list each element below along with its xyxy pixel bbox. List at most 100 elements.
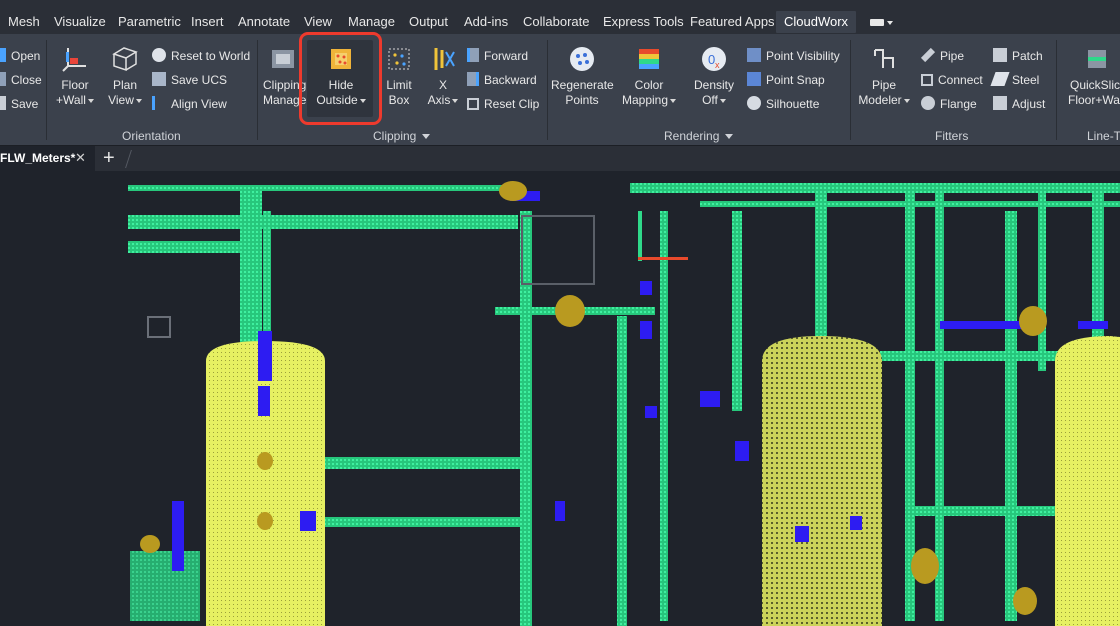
tab-featured-apps[interactable]: Featured Apps	[690, 11, 775, 33]
forward-icon	[467, 48, 479, 62]
chevron-down-icon	[670, 98, 677, 103]
color-mapping-icon	[639, 49, 659, 69]
svg-text:x: x	[715, 60, 720, 70]
tab-parametric[interactable]: Parametric	[118, 11, 181, 33]
align-view-button[interactable]: Align View	[152, 95, 227, 113]
open-button[interactable]: Open	[0, 47, 40, 65]
limit-box-button[interactable]: Limit Box	[382, 44, 416, 108]
tab-mesh[interactable]: Mesh	[8, 11, 40, 33]
color-mapping-button[interactable]: Color Mapping	[622, 44, 677, 108]
tank	[206, 341, 325, 626]
silhouette-icon	[747, 96, 761, 110]
adjust-button[interactable]: Adjust	[993, 95, 1045, 113]
steel-button[interactable]: Steel	[990, 71, 1039, 89]
globe-icon	[152, 48, 166, 62]
point-snap-button[interactable]: Point Snap	[747, 71, 825, 89]
plan-view-button[interactable]: Plan View	[104, 44, 146, 108]
open-icon	[0, 48, 6, 62]
document-tab[interactable]: FLW_Meters* ✕	[0, 146, 95, 171]
pipe-support	[147, 316, 171, 338]
silhouette-button[interactable]: Silhouette	[747, 95, 819, 113]
document-tab-bar: FLW_Meters* ✕ +	[0, 145, 1120, 171]
save-ucs-icon	[152, 72, 166, 86]
tab-view[interactable]: View	[304, 11, 332, 33]
chevron-down-icon	[725, 134, 734, 140]
quickslice-button[interactable]: QuickSlice Floor+Wa	[1064, 44, 1120, 108]
panel-label-rendering[interactable]: Rendering	[664, 129, 734, 143]
pipe	[630, 183, 1120, 193]
pipe	[660, 211, 668, 621]
pipe	[905, 506, 1065, 516]
point-visibility-icon	[747, 48, 761, 62]
tank	[1055, 336, 1120, 626]
tab-express-tools[interactable]: Express Tools	[603, 11, 684, 33]
pipe	[732, 211, 742, 411]
patch-button[interactable]: Patch	[993, 47, 1043, 65]
tab-collaborate[interactable]: Collaborate	[523, 11, 590, 33]
tab-output[interactable]: Output	[409, 11, 448, 33]
workspace-switcher-icon[interactable]	[866, 13, 894, 31]
panel-label-clipping[interactable]: Clipping	[373, 129, 431, 143]
tab-manage[interactable]: Manage	[348, 11, 395, 33]
save-ucs-button[interactable]: Save UCS	[152, 71, 227, 89]
regenerate-points-icon	[570, 47, 594, 71]
patch-icon	[993, 48, 1007, 62]
clipping-manager-icon	[272, 50, 294, 68]
forward-button[interactable]: Forward	[467, 47, 528, 65]
panel-divider	[547, 40, 548, 140]
plan-view-icon	[112, 47, 138, 72]
tab-annotate[interactable]: Annotate	[238, 11, 290, 33]
reset-clip-button[interactable]: Reset Clip	[467, 95, 539, 113]
chevron-down-icon	[87, 98, 94, 103]
valve-box	[521, 215, 595, 285]
reset-clip-icon	[467, 98, 479, 110]
backward-button[interactable]: Backward	[467, 71, 537, 89]
x-axis-button[interactable]: X Axis	[424, 44, 462, 108]
pipe	[128, 241, 248, 253]
limit-box-icon	[388, 48, 410, 70]
tab-addins[interactable]: Add-ins	[464, 11, 508, 33]
chevron-down-icon	[452, 98, 459, 103]
floor-wall-button[interactable]: Floor +Wall	[52, 44, 98, 108]
tab-divider	[125, 150, 132, 168]
density-off-button[interactable]: 0 x Density Off	[690, 44, 738, 108]
new-tab-icon[interactable]: +	[103, 147, 115, 169]
pipe	[128, 215, 518, 229]
save-button[interactable]: Save	[0, 95, 38, 113]
highlight-annotation	[299, 32, 382, 125]
pipe-modeler-button[interactable]: Pipe Modeler	[858, 44, 910, 108]
reset-to-world-button[interactable]: Reset to World	[152, 47, 250, 65]
panel-divider	[1056, 40, 1057, 140]
chevron-down-icon	[719, 98, 726, 103]
chevron-down-icon	[135, 98, 142, 103]
save-icon	[0, 96, 6, 110]
connect-button[interactable]: Connect	[921, 71, 983, 89]
regenerate-points-button[interactable]: Regenerate Points	[551, 44, 614, 108]
x-axis-icon	[434, 48, 455, 70]
point-cloud-viewport[interactable]	[0, 171, 1120, 626]
panel-label-orientation: Orientation	[122, 129, 181, 143]
density-off-icon: 0 x	[702, 47, 726, 71]
chevron-down-icon	[422, 134, 431, 140]
flange-icon	[921, 96, 935, 110]
tab-insert[interactable]: Insert	[191, 11, 224, 33]
point-cloud-scene	[128, 181, 1120, 626]
panel-label-fitters: Fitters	[935, 129, 969, 143]
tank	[762, 336, 882, 626]
point-visibility-button[interactable]: Point Visibility	[747, 47, 840, 65]
tab-cloudworx[interactable]: CloudWorx	[776, 11, 857, 33]
pipe-button[interactable]: Pipe	[920, 47, 964, 65]
backward-icon	[467, 72, 479, 86]
tab-visualize[interactable]: Visualize	[54, 11, 106, 33]
pipe	[263, 211, 271, 351]
connect-icon	[921, 74, 933, 86]
panel-label-line-t: Line-T	[1087, 129, 1120, 143]
pipe-modeler-icon	[874, 49, 894, 68]
pipe	[1092, 191, 1104, 341]
close-button[interactable]: Close	[0, 71, 42, 89]
close-icon[interactable]: ✕	[75, 150, 86, 166]
panel-divider	[46, 40, 47, 140]
pipe	[320, 517, 530, 527]
flange-button[interactable]: Flange	[921, 95, 977, 113]
chevron-down-icon	[903, 98, 910, 103]
